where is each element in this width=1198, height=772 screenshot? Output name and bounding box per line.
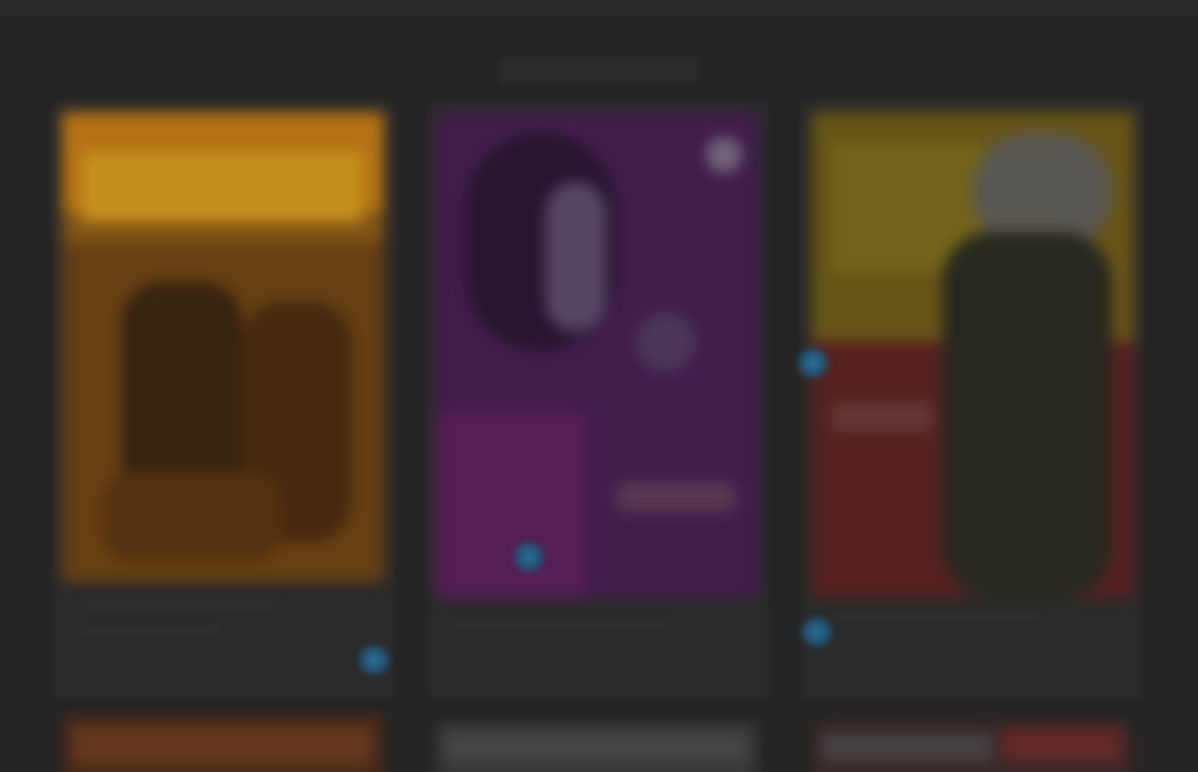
movie-meta-line xyxy=(80,600,280,610)
movie-poster-next-row[interactable] xyxy=(62,715,384,772)
movie-poster-next-row[interactable] xyxy=(812,722,1134,772)
movie-meta-line xyxy=(80,625,220,635)
movie-poster[interactable] xyxy=(812,112,1134,598)
movie-grid-page xyxy=(0,0,1198,772)
play-dot-icon[interactable] xyxy=(512,540,546,574)
movie-poster[interactable] xyxy=(436,112,758,598)
play-dot-icon[interactable] xyxy=(796,346,830,380)
top-bar xyxy=(0,0,1198,16)
page-title xyxy=(499,58,699,84)
play-dot-icon[interactable] xyxy=(357,643,391,677)
movie-poster[interactable] xyxy=(62,112,384,582)
movie-meta-line xyxy=(830,612,1040,622)
movie-poster-next-row[interactable] xyxy=(436,722,758,772)
play-dot-icon[interactable] xyxy=(800,615,834,649)
movie-meta-line xyxy=(450,620,670,630)
